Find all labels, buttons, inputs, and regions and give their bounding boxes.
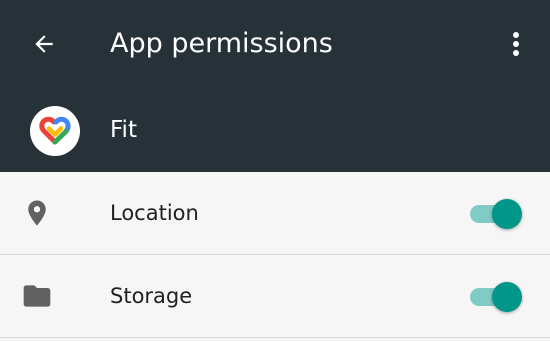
arrow-back-icon: [35, 35, 53, 53]
folder-icon: [23, 285, 51, 307]
app-header: Fit: [0, 88, 550, 172]
permission-row-location[interactable]: Location: [0, 172, 550, 254]
row-divider: [0, 337, 550, 338]
more-vert-icon: [513, 32, 519, 56]
switch-thumb: [492, 282, 522, 312]
page-title: App permissions: [110, 28, 333, 59]
location-pin-icon: [28, 200, 46, 226]
location-permission-toggle[interactable]: [468, 198, 524, 230]
permission-label: Storage: [110, 284, 193, 308]
permission-icon: [20, 196, 54, 230]
app-icon: [30, 106, 80, 156]
permission-label: Location: [110, 201, 199, 225]
back-button[interactable]: [22, 22, 66, 66]
toolbar: App permissions: [0, 0, 550, 88]
switch-thumb: [492, 199, 522, 229]
overflow-menu-button[interactable]: [494, 22, 538, 66]
permission-icon: [20, 279, 54, 313]
permission-row-storage[interactable]: Storage: [0, 255, 550, 337]
app-name: Fit: [110, 117, 137, 143]
google-fit-heart-icon: [39, 116, 71, 145]
storage-permission-toggle[interactable]: [468, 281, 524, 313]
